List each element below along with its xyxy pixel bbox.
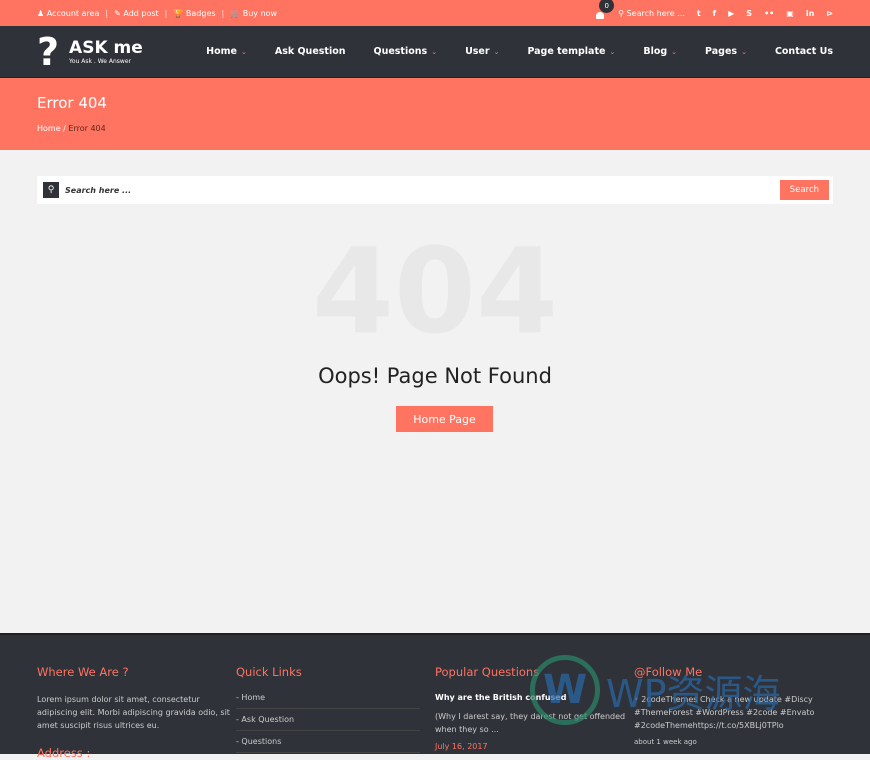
brand-name: ASK me (69, 38, 143, 58)
nav-blog[interactable]: Blog ⌄ (643, 46, 677, 57)
breadcrumb-home[interactable]: Home (37, 124, 61, 133)
tweet-time: about 1 week ago (634, 738, 697, 746)
popular-question-link[interactable]: Why are the British confused (435, 693, 634, 702)
error-message: Oops! Page Not Found (318, 364, 552, 388)
quick-link-questions[interactable]: - Questions (236, 731, 420, 753)
buy-now-link[interactable]: 🛒 Buy now (230, 9, 277, 18)
top-bar: ♟ Account area | ✎ Add post | 🏆 Badges | 🛒 … (0, 0, 870, 26)
nav-home[interactable]: Home ⌄ (206, 46, 247, 57)
badges-link[interactable]: 🏆 Badges (173, 9, 215, 18)
logo[interactable]: ? ASK me You Ask . We Answer (37, 33, 143, 71)
notification-count: 0 (599, 0, 615, 13)
tweet-text: • 2codeThemes Check a new update #Discy … (634, 693, 833, 732)
linkedin-icon[interactable]: in (806, 9, 814, 18)
chevron-down-icon: ⌄ (431, 48, 438, 56)
nav-label: Blog (643, 46, 668, 57)
dribbble-icon[interactable]: ▣ (786, 9, 794, 18)
question-mark-logo-icon: ? (37, 29, 60, 74)
footer-where-we-are: Where We Are ? Lorem ipsum dolor sit ame… (37, 665, 236, 760)
footer-heading: Quick Links (236, 665, 302, 679)
nav-label: Page template (527, 46, 606, 57)
quick-link-ask-question[interactable]: - Ask Question (236, 709, 420, 731)
home-page-button[interactable]: Home Page (396, 406, 493, 432)
twitter-icon[interactable]: t (697, 9, 701, 18)
popular-question-excerpt: (Why I darest say, they darest not get o… (435, 712, 626, 734)
nav-contact-us[interactable]: Contact Us (775, 46, 833, 57)
footer-heading: Where We Are ? (37, 665, 129, 679)
nav-label: Questions (373, 46, 428, 57)
chevron-down-icon: ⌄ (671, 48, 678, 56)
nav-questions[interactable]: Questions ⌄ (374, 46, 438, 57)
nav-page-template[interactable]: Page template ⌄ (527, 46, 615, 57)
page-header: Error 404 Home / Error 404 (0, 78, 870, 150)
add-post-label: Add post (123, 8, 159, 18)
chevron-down-icon: ⌄ (240, 48, 247, 56)
buy-now-label: Buy now (242, 8, 278, 18)
account-label: Account area (46, 8, 100, 18)
twitter-icon: • (634, 695, 639, 704)
facebook-icon[interactable]: f (713, 9, 716, 18)
add-post-link[interactable]: ✎ Add post (114, 9, 159, 18)
nav-ask-question[interactable]: Ask Question (275, 46, 346, 57)
search-button[interactable]: Search (779, 180, 829, 200)
search-icon: ⚲ (43, 182, 59, 198)
notifications-bell-icon[interactable]: 0 (596, 0, 615, 19)
tweet-body: 2codeThemes Check a new update #Discy #T… (634, 695, 815, 730)
footer-heading: Popular Questions (435, 665, 540, 679)
chevron-down-icon: ⌄ (493, 48, 500, 56)
page-title: Error 404 (37, 94, 107, 112)
search-bar: ⚲ Search here ... Search (37, 176, 833, 204)
footer-heading: @Follow Me (634, 665, 703, 679)
chevron-down-icon: ⌄ (609, 48, 616, 56)
youtube-icon[interactable]: ▶ (728, 9, 734, 18)
footer-follow-me: @Follow Me • 2codeThemes Check a new upd… (634, 665, 833, 754)
nav-label: Home (206, 46, 237, 57)
nav-label: User (465, 46, 490, 57)
quick-link-home[interactable]: - Home (236, 693, 420, 709)
address-heading: Address : (37, 746, 91, 760)
nav-label: Pages (705, 46, 738, 57)
account-area-link[interactable]: ♟ Account area (37, 9, 99, 18)
nav-pages[interactable]: Pages ⌄ (705, 46, 747, 57)
search-input[interactable]: Search here ... (65, 186, 131, 195)
top-search-input[interactable]: ⚲ Search here ... (618, 9, 685, 18)
footer-about-text: Lorem ipsum dolor sit amet, consectetur … (37, 695, 230, 730)
footer: Where We Are ? Lorem ipsum dolor sit ame… (0, 633, 870, 760)
breadcrumb: Home / Error 404 (37, 124, 106, 133)
error-code: 404 (311, 222, 559, 360)
main-navigation: ? ASK me You Ask . We Answer Home ⌄ Ask Qu… (0, 26, 870, 78)
popular-question-date: July 16, 2017 (435, 742, 488, 751)
breadcrumb-current: Error 404 (68, 124, 106, 133)
rss-icon[interactable]: ⊳ (826, 9, 833, 18)
flickr-icon[interactable]: •• (764, 9, 774, 18)
brand-tagline: You Ask . We Answer (69, 58, 132, 65)
nav-user[interactable]: User ⌄ (465, 46, 499, 57)
search-placeholder: Search here ... (626, 8, 685, 18)
skype-icon[interactable]: S (746, 9, 752, 18)
badges-label: Badges (185, 8, 216, 18)
footer-popular-questions: Popular Questions Why are the British co… (435, 665, 634, 754)
search-icon: ⚲ (618, 8, 625, 18)
chevron-down-icon: ⌄ (741, 48, 747, 56)
footer-quick-links: Quick Links - Home - Ask Question - Ques… (236, 665, 435, 754)
